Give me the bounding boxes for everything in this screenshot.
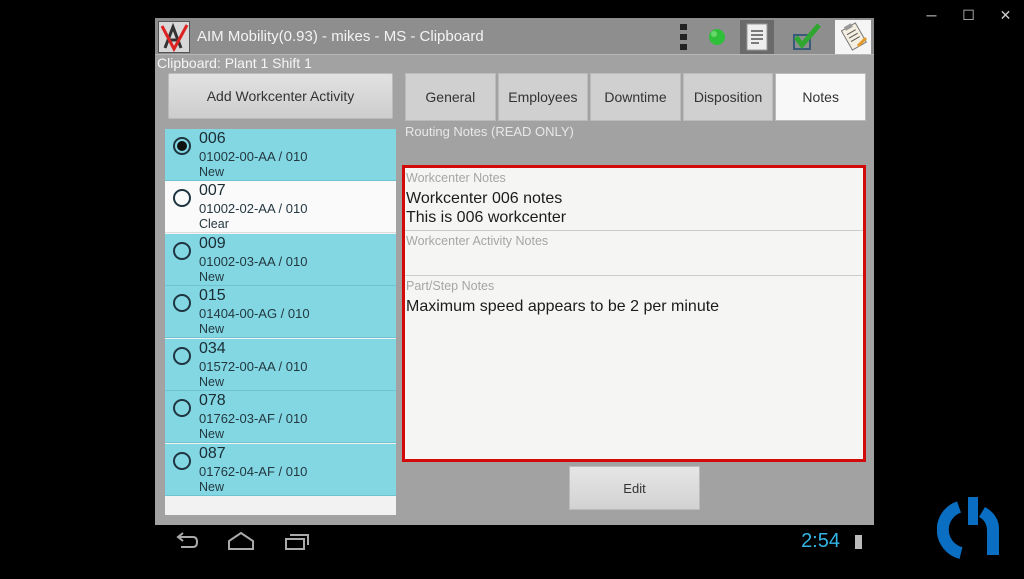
minimize-button[interactable]: ─ (913, 0, 950, 30)
checkmark-icon[interactable] (789, 20, 823, 54)
workcenter-notes-label: Workcenter Notes (406, 171, 506, 185)
routing-notes-label: Routing Notes (READ ONLY) (405, 124, 574, 139)
status-green-dot-icon (705, 20, 729, 54)
activity-status: New (199, 270, 225, 284)
radio-unselected[interactable] (173, 294, 191, 312)
list-item[interactable]: 006 01002-00-AA / 010 New (165, 129, 396, 181)
activity-status: New (199, 322, 225, 336)
workcenter-code: 007 (199, 182, 226, 199)
part-step: 01404-00-AG / 010 (199, 306, 310, 321)
activity-status: Clear (199, 217, 229, 231)
notes-panel: Workcenter Notes Workcenter 006 notes Th… (402, 165, 866, 462)
maximize-button[interactable]: ☐ (950, 0, 987, 30)
workcenter-code: 087 (199, 445, 226, 462)
list-item[interactable]: 087 01762-04-AF / 010 New (165, 444, 396, 496)
workcenter-list[interactable]: 006 01002-00-AA / 010 New 007 01002-02-A… (165, 129, 396, 515)
part-step: 01002-00-AA / 010 (199, 149, 308, 164)
tab-general[interactable]: General (405, 73, 496, 121)
tab-employees[interactable]: Employees (497, 73, 589, 121)
part-step: 01002-02-AA / 010 (199, 201, 308, 216)
app-titlebar: AIM Mobility(0.93) - mikes - MS - Clipbo… (155, 18, 874, 55)
radio-unselected[interactable] (173, 189, 191, 207)
tab-downtime[interactable]: Downtime (590, 73, 681, 121)
activity-notes-label: Workcenter Activity Notes (406, 234, 549, 248)
activity-notes-section: Workcenter Activity Notes (405, 231, 863, 276)
list-item[interactable]: 009 01002-03-AA / 010 New (165, 234, 396, 286)
part-step: 01762-04-AF / 010 (199, 464, 308, 479)
back-icon[interactable] (173, 531, 199, 556)
android-screen: AIM Mobility(0.93) - mikes - MS - Clipbo… (155, 18, 874, 559)
tab-notes[interactable]: Notes (775, 73, 866, 121)
part-step: 01762-03-AF / 010 (199, 411, 308, 426)
tab-bar: General Employees Downtime Disposition N… (405, 73, 866, 121)
workcenter-notes-section: Workcenter Notes Workcenter 006 notes Th… (405, 168, 863, 231)
overflow-menu-icon[interactable] (677, 20, 691, 54)
document-icon[interactable] (740, 20, 774, 54)
activity-status: New (199, 375, 225, 389)
radio-unselected[interactable] (173, 242, 191, 260)
part-step: 01572-00-AA / 010 (199, 359, 308, 374)
radio-unselected[interactable] (173, 452, 191, 470)
app-logo-icon (158, 21, 190, 53)
recent-apps-icon[interactable] (284, 531, 310, 556)
tab-disposition[interactable]: Disposition (682, 73, 774, 121)
part-step-notes-label: Part/Step Notes (406, 279, 495, 293)
radio-unselected[interactable] (173, 347, 191, 365)
workcenter-code: 034 (199, 340, 226, 357)
add-workcenter-activity-button[interactable]: Add Workcenter Activity (168, 73, 393, 119)
part-step: 01002-03-AA / 010 (199, 254, 308, 269)
workcenter-code: 009 (199, 235, 226, 252)
workcenter-code: 006 (199, 130, 226, 147)
clipboard-icon[interactable] (835, 20, 871, 54)
list-item[interactable]: 078 01762-03-AF / 010 New (165, 391, 396, 443)
brand-logo-icon (936, 493, 1007, 564)
battery-icon (855, 535, 862, 549)
clipboard-subtitle: Clipboard: Plant 1 Shift 1 (157, 55, 312, 71)
part-step-notes-value: Maximum speed appears to be 2 per minute (406, 298, 720, 315)
activity-status: New (199, 480, 225, 494)
window-controls: ─ ☐ ✕ (913, 0, 1024, 30)
clock: 2:54 (801, 530, 840, 552)
activity-status: New (199, 165, 225, 179)
workcenter-code: 078 (199, 392, 226, 409)
radio-selected[interactable] (173, 137, 191, 155)
workcenter-code: 015 (199, 287, 226, 304)
activity-status: New (199, 427, 225, 441)
app-title: AIM Mobility(0.93) - mikes - MS - Clipbo… (197, 28, 484, 45)
workcenter-notes-line2: This is 006 workcenter (406, 209, 567, 226)
home-icon[interactable] (227, 531, 255, 556)
list-item[interactable]: 007 01002-02-AA / 010 Clear (165, 181, 396, 233)
radio-unselected[interactable] (173, 399, 191, 417)
close-button[interactable]: ✕ (987, 0, 1024, 30)
workcenter-notes-line1: Workcenter 006 notes (406, 190, 563, 207)
edit-button[interactable]: Edit (569, 466, 700, 510)
android-navbar: 2:54 (155, 525, 874, 559)
part-step-notes-section: Part/Step Notes Maximum speed appears to… (405, 276, 863, 459)
list-item[interactable]: 034 01572-00-AA / 010 New (165, 339, 396, 391)
list-item[interactable]: 015 01404-00-AG / 010 New (165, 286, 396, 338)
